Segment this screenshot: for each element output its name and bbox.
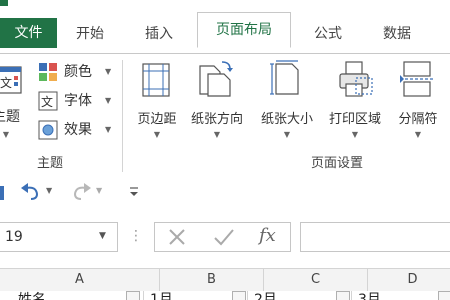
tab-home[interactable]: 开始: [62, 20, 118, 48]
margins-button[interactable]: 页边距 ▼: [130, 60, 184, 150]
fonts-label: 字体: [64, 93, 92, 109]
name-box-value: 19: [5, 229, 23, 245]
formula-input[interactable]: [300, 222, 450, 252]
chevron-down-icon: ▼: [283, 130, 291, 139]
orientation-button[interactable]: 纸张方向 ▼: [184, 60, 250, 150]
print-area-icon: [339, 61, 373, 97]
colors-icon: [39, 63, 57, 81]
colors-label: 颜色: [64, 64, 92, 80]
svg-text:文: 文: [0, 75, 12, 90]
size-label: 纸张大小: [260, 112, 313, 127]
page-setup-group-label: 页面设置: [310, 156, 363, 171]
chevron-down-icon: ▼: [2, 130, 10, 139]
ribbon-panel: 文 主题 ▼ 颜色 ▼ 文 字体 ▼ 效果 ▼ 主题: [0, 53, 450, 181]
column-header-a[interactable]: A: [0, 269, 160, 291]
chevron-down-icon: ▼: [105, 96, 112, 105]
themes-button[interactable]: 文 主题 ▼: [0, 60, 26, 150]
margins-label: 页边距: [137, 112, 177, 127]
name-box[interactable]: 19 ▼: [0, 222, 118, 252]
size-button[interactable]: 纸张大小 ▼: [254, 60, 320, 150]
breaks-button[interactable]: 分隔符 ▼: [390, 60, 446, 150]
fonts-button[interactable]: 文 字体 ▼: [38, 89, 118, 113]
chevron-down-icon: ▼: [351, 130, 359, 139]
filter-dropdown-icon[interactable]: [126, 291, 140, 300]
themes-label: 主题: [0, 109, 20, 125]
orientation-label: 纸张方向: [190, 112, 243, 127]
colors-button[interactable]: 颜色 ▼: [38, 60, 118, 84]
column-header-row: A B C D: [0, 268, 450, 292]
redo-button[interactable]: ▼: [70, 182, 110, 204]
enter-check-icon[interactable]: [213, 227, 235, 247]
column-header-b[interactable]: B: [160, 269, 264, 291]
print-area-button[interactable]: 打印区域 ▼: [322, 60, 388, 150]
cell-d1[interactable]: 3月: [352, 291, 450, 300]
column-header-d[interactable]: D: [368, 269, 450, 291]
formula-buttons: fx: [154, 222, 291, 252]
chevron-down-icon: ▼: [213, 130, 221, 139]
qat-edge-icon: [0, 186, 4, 200]
chevron-down-icon: ▼: [153, 130, 161, 139]
fonts-icon: 文: [38, 91, 58, 111]
table-row: 姓名 1月 2月 3月: [0, 291, 450, 300]
tab-page-layout[interactable]: 页面布局: [197, 12, 291, 48]
cancel-x-icon[interactable]: [167, 227, 187, 247]
breaks-label: 分隔符: [398, 112, 438, 127]
orientation-icon: [199, 61, 233, 97]
tab-data[interactable]: 数据: [367, 20, 427, 48]
margins-icon: [142, 63, 170, 97]
undo-button[interactable]: ▼: [20, 182, 60, 204]
themes-group-label: 主题: [36, 156, 63, 171]
column-header-c[interactable]: C: [264, 269, 368, 291]
themes-icon: 文: [0, 66, 22, 94]
filter-dropdown-icon[interactable]: [232, 291, 246, 300]
formula-bar-grip-icon[interactable]: ⋮: [129, 228, 143, 244]
effects-button[interactable]: 效果 ▼: [38, 118, 118, 142]
quick-access-toolbar: ▼ ▼: [0, 180, 450, 210]
customize-qat-button[interactable]: [128, 184, 142, 202]
print-area-label: 打印区域: [328, 112, 381, 127]
effects-icon: [38, 120, 58, 140]
filter-dropdown-icon[interactable]: [336, 291, 350, 300]
size-icon: [270, 60, 299, 95]
filter-dropdown-icon[interactable]: [438, 291, 450, 300]
breaks-icon: [400, 61, 434, 97]
customize-qat-icon: [130, 187, 138, 196]
tab-file[interactable]: 文件: [0, 18, 57, 48]
tab-insert[interactable]: 插入: [130, 20, 188, 48]
chevron-down-icon: ▼: [105, 125, 112, 134]
undo-icon: [21, 183, 39, 200]
redo-icon: [73, 183, 91, 200]
chevron-down-icon[interactable]: ▼: [99, 231, 106, 241]
cell-a1[interactable]: 姓名: [0, 291, 144, 300]
chevron-down-icon: ▼: [414, 130, 422, 139]
insert-function-button[interactable]: fx: [259, 225, 276, 246]
tab-formulas[interactable]: 公式: [300, 20, 356, 48]
svg-text:文: 文: [41, 94, 53, 109]
chevron-down-icon: ▼: [46, 186, 53, 195]
effects-label: 效果: [64, 122, 92, 138]
chevron-down-icon: ▼: [96, 186, 103, 195]
group-divider: [122, 60, 123, 172]
chevron-down-icon: ▼: [105, 67, 112, 76]
